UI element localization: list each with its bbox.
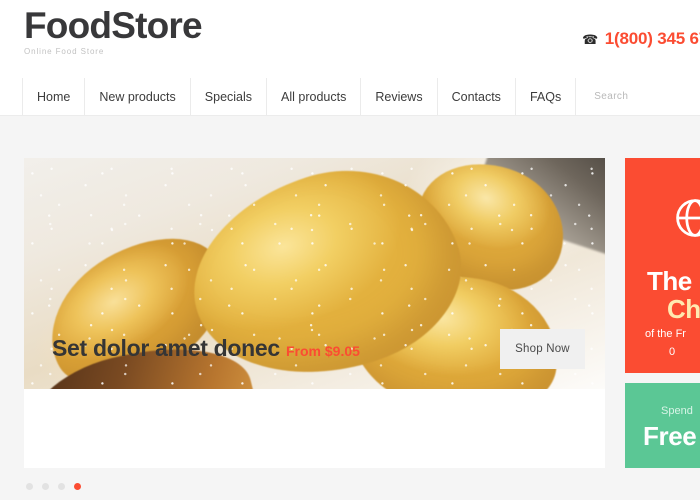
slider-pagination — [26, 483, 81, 490]
nav-item-reviews[interactable]: Reviews — [361, 78, 438, 115]
nav-item-home[interactable]: Home — [22, 78, 86, 115]
nav-item-label: New products — [99, 89, 176, 104]
slider-dot-2[interactable] — [42, 483, 49, 490]
red-banner-line-4: 0 — [669, 346, 676, 358]
page-root: FoodStore Online Food Store ☎ 1(800) 345… — [0, 0, 700, 500]
slider-dot-3[interactable] — [58, 483, 65, 490]
nav-item-faqs[interactable]: FAQs — [516, 78, 577, 115]
nav-item-label: FAQs — [529, 89, 562, 104]
promo-banner-green[interactable]: Spend Free — [625, 383, 700, 468]
brand-title: FoodStore — [24, 5, 203, 46]
nav-item-label: Specials — [204, 89, 253, 104]
promo-banner-red[interactable]: The Ch of the Fr 0 — [625, 158, 700, 373]
nav-item-label: Home — [37, 89, 71, 104]
green-banner-line-1: Spend — [661, 405, 693, 417]
shop-now-button[interactable]: Shop Now — [500, 329, 585, 369]
site-header: FoodStore Online Food Store ☎ 1(800) 345… — [0, 0, 700, 78]
nav-item-specials[interactable]: Specials — [191, 78, 268, 115]
main-navigation: Home New products Specials All products … — [0, 78, 700, 116]
slide-title: Set dolor amet donec — [52, 335, 280, 361]
phone-block[interactable]: ☎ 1(800) 345 67 — [582, 29, 700, 49]
red-banner-line-3: of the Fr — [645, 328, 686, 340]
brand-tagline: Online Food Store — [24, 47, 105, 56]
nav-item-all-products[interactable]: All products — [267, 78, 362, 115]
nav-item-label: All products — [281, 89, 347, 104]
nav-left-spacer — [0, 78, 22, 115]
search-input[interactable] — [592, 90, 700, 103]
nav-item-label: Reviews — [375, 89, 423, 104]
slider-dot-1[interactable] — [26, 483, 33, 490]
phone-number: 1(800) 345 67 — [604, 29, 700, 48]
search-container — [576, 78, 700, 115]
globe-icon — [673, 196, 700, 240]
green-banner-line-2: Free — [643, 421, 697, 451]
brand-logo[interactable]: FoodStore Online Food Store — [24, 5, 203, 57]
red-banner-line-1: The — [647, 266, 692, 296]
hero-slider[interactable]: Set dolor amet donec From $9.05 Shop Now — [24, 158, 605, 468]
phone-icon: ☎ — [581, 31, 598, 47]
nav-item-list: Home New products Specials All products … — [22, 78, 577, 115]
slide-caption-bar — [24, 389, 605, 468]
nav-item-label: Contacts — [451, 89, 501, 104]
red-banner-line-2: Ch — [667, 294, 700, 324]
nav-item-contacts[interactable]: Contacts — [438, 78, 516, 115]
slide-price: From $9.05 — [286, 343, 360, 359]
slider-dot-4[interactable] — [74, 483, 81, 490]
nav-item-new-products[interactable]: New products — [85, 78, 191, 115]
